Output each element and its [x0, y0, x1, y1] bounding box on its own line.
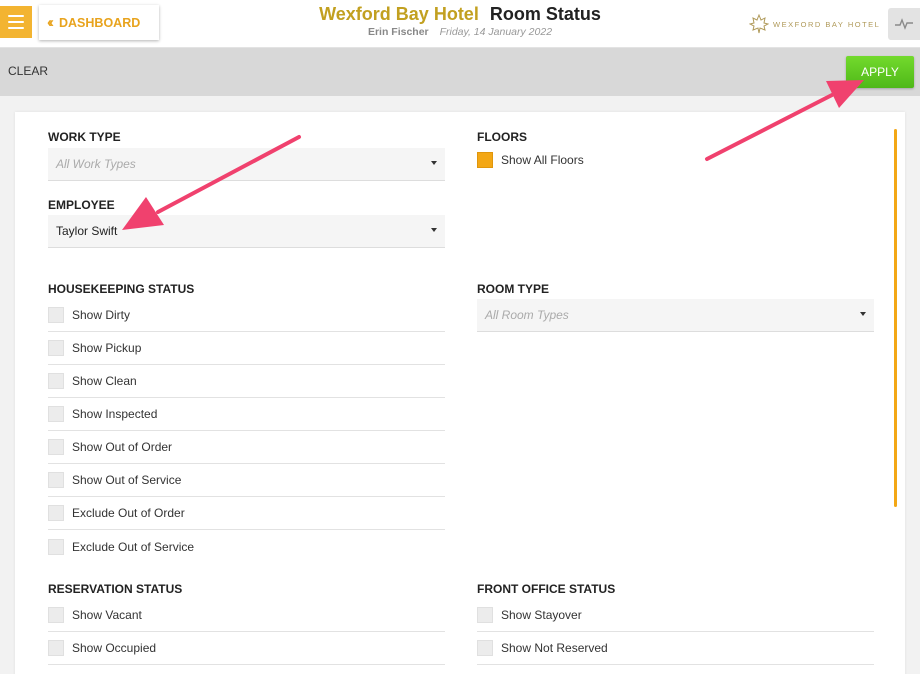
front-office-option-stayover[interactable]: Show Stayover — [477, 599, 874, 632]
page-title: Room Status — [489, 4, 601, 24]
work-type-placeholder: All Work Types — [56, 157, 136, 171]
employee-select[interactable]: Taylor Swift — [48, 215, 445, 248]
show-all-floors-option[interactable]: Show All Floors — [477, 143, 677, 176]
housekeeping-option-out-of-order[interactable]: Show Out of Order — [48, 431, 445, 464]
maple-leaf-icon — [749, 14, 769, 34]
logo-text: WEXFORD BAY HOTEL — [773, 19, 881, 29]
hotel-logo: WEXFORD BAY HOTEL — [749, 14, 880, 34]
checkbox[interactable] — [48, 538, 64, 555]
checkbox[interactable] — [48, 406, 64, 422]
option-label: Show Inspected — [72, 407, 158, 421]
activity-button[interactable] — [888, 8, 920, 40]
option-label: Show Not Reserved — [501, 641, 608, 655]
checkbox[interactable] — [48, 340, 64, 356]
employee-label: EMPLOYEE — [48, 198, 115, 212]
room-type-placeholder: All Room Types — [485, 308, 569, 322]
caret-down-icon — [860, 312, 866, 316]
housekeeping-option-out-of-service[interactable]: Show Out of Service — [48, 464, 445, 497]
floors-label: FLOORS — [477, 130, 527, 144]
checkbox[interactable] — [477, 607, 493, 623]
housekeeping-option-exclude-out-of-service[interactable]: Exclude Out of Service — [48, 530, 445, 563]
scrollbar-thumb[interactable] — [894, 129, 897, 507]
checkbox[interactable] — [48, 505, 64, 521]
reservation-option-vacant[interactable]: Show Vacant — [48, 599, 445, 632]
caret-down-icon — [431, 228, 437, 232]
reservation-option-occupied[interactable]: Show Occupied — [48, 632, 445, 665]
app-header: ‹‹ DASHBOARD Wexford Bay Hotel Room Stat… — [0, 0, 920, 48]
housekeeping-option-pickup[interactable]: Show Pickup — [48, 332, 445, 365]
housekeeping-option-clean[interactable]: Show Clean — [48, 365, 445, 398]
checkbox[interactable] — [48, 439, 64, 455]
option-label: Exclude Out of Service — [72, 539, 195, 554]
work-type-select[interactable]: All Work Types — [48, 148, 445, 181]
option-label: Show Vacant — [72, 608, 142, 622]
clear-button[interactable]: CLEAR — [8, 64, 48, 78]
reservation-status-label: RESERVATION STATUS — [48, 582, 183, 596]
checkbox[interactable] — [48, 640, 64, 656]
caret-down-icon — [431, 161, 437, 165]
current-date: Friday, 14 January 2022 — [439, 26, 553, 38]
checkbox-checked[interactable] — [477, 151, 493, 168]
user-name: Erin Fischer — [367, 26, 429, 38]
front-office-option-not-reserved[interactable]: Show Not Reserved — [477, 632, 874, 665]
checkbox[interactable] — [477, 640, 493, 656]
housekeeping-option-exclude-out-of-order[interactable]: Exclude Out of Order — [48, 497, 445, 530]
option-label: Show Occupied — [72, 641, 157, 655]
employee-value: Taylor Swift — [56, 224, 118, 238]
option-label: Show Clean — [72, 374, 137, 388]
option-label: Show Dirty — [72, 308, 131, 322]
checkbox[interactable] — [48, 307, 64, 323]
option-label: Show Stayover — [501, 608, 582, 622]
pulse-icon — [895, 18, 913, 30]
option-label: Show Pickup — [72, 341, 142, 355]
filter-action-bar: CLEAR — [0, 48, 920, 96]
room-type-label: ROOM TYPE — [477, 282, 550, 296]
front-office-status-label: FRONT OFFICE STATUS — [477, 582, 616, 596]
checkbox[interactable] — [48, 472, 64, 488]
option-label: Show Out of Service — [72, 473, 182, 487]
show-all-floors-label: Show All Floors — [501, 152, 584, 167]
option-label: Show Out of Order — [72, 440, 173, 454]
apply-button[interactable]: APPLY — [846, 56, 914, 88]
checkbox[interactable] — [48, 607, 64, 623]
work-type-label: WORK TYPE — [48, 130, 121, 144]
hotel-name: Wexford Bay Hotel — [319, 4, 479, 24]
housekeeping-option-inspected[interactable]: Show Inspected — [48, 398, 445, 431]
housekeeping-status-label: HOUSEKEEPING STATUS — [48, 282, 195, 296]
option-label: Exclude Out of Order — [72, 506, 185, 520]
room-type-select[interactable]: All Room Types — [477, 299, 874, 332]
housekeeping-option-dirty[interactable]: Show Dirty — [48, 299, 445, 332]
checkbox[interactable] — [48, 373, 64, 389]
